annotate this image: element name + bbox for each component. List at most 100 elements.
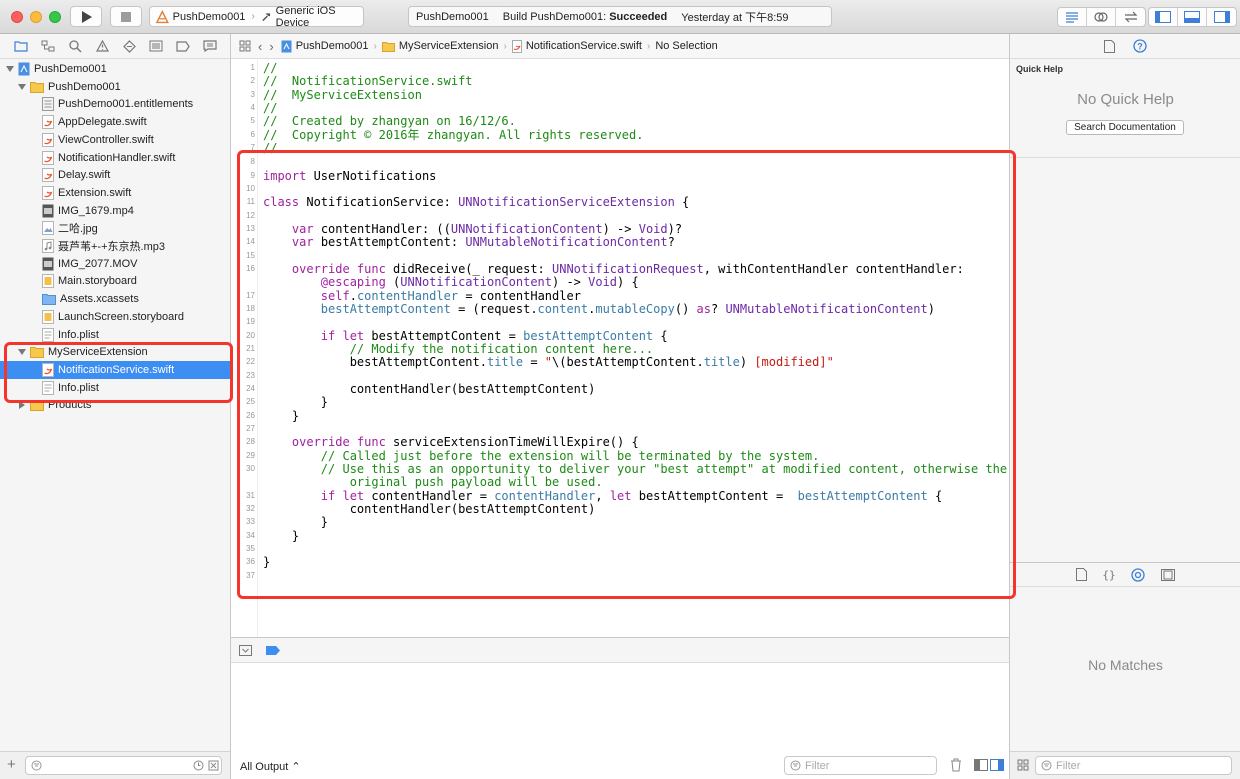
code-line[interactable]: var contentHandler: ((UNNotificationCont… bbox=[263, 222, 682, 236]
code-line[interactable]: // bbox=[263, 61, 277, 75]
toggle-inspector-button[interactable] bbox=[1207, 8, 1236, 26]
report-navigator-icon[interactable] bbox=[203, 39, 217, 53]
grid-view-icon[interactable] bbox=[1017, 759, 1029, 771]
folder-icon[interactable] bbox=[14, 39, 28, 53]
warning-icon[interactable] bbox=[95, 39, 109, 53]
disclosure-triangle[interactable] bbox=[18, 348, 26, 356]
navigator-item[interactable]: Delay.swift bbox=[0, 166, 230, 184]
navigator-item[interactable]: PushDemo001 bbox=[0, 60, 230, 78]
jumpbar-symbol[interactable]: No Selection bbox=[655, 40, 717, 52]
code-line[interactable]: class NotificationService: UNNotificatio… bbox=[263, 195, 689, 209]
quick-help-icon[interactable]: ? bbox=[1133, 39, 1147, 53]
test-diamond-icon[interactable] bbox=[122, 39, 136, 53]
navigator-item[interactable]: 二哈.jpg bbox=[0, 219, 230, 237]
disclosure-triangle[interactable] bbox=[18, 83, 26, 91]
navigator-item[interactable]: NotificationHandler.swift bbox=[0, 149, 230, 167]
navigator-filter-field[interactable] bbox=[25, 756, 222, 775]
navigator-item[interactable]: Extension.swift bbox=[0, 184, 230, 202]
related-items-icon[interactable] bbox=[239, 40, 251, 52]
debug-navigator-icon[interactable] bbox=[149, 39, 163, 53]
code-line[interactable]: if let bestAttemptContent = bestAttemptC… bbox=[263, 329, 668, 343]
scm-filter-icon[interactable] bbox=[208, 760, 219, 771]
minimize-window-button[interactable] bbox=[30, 11, 42, 23]
version-editor-button[interactable] bbox=[1116, 8, 1145, 26]
navigator-item[interactable]: IMG_2077.MOV bbox=[0, 255, 230, 273]
media-library-icon[interactable] bbox=[1161, 568, 1175, 581]
code-line[interactable]: var bestAttemptContent: UNMutableNotific… bbox=[263, 235, 675, 249]
code-line[interactable]: // bbox=[263, 141, 277, 155]
code-line[interactable]: contentHandler(bestAttemptContent) bbox=[263, 382, 596, 396]
run-button[interactable] bbox=[70, 6, 102, 27]
navigator-item[interactable]: LaunchScreen.storyboard bbox=[0, 308, 230, 326]
breakpoints-toggle-icon[interactable] bbox=[266, 646, 280, 655]
code-line[interactable]: // Created by zhangyan on 16/12/6. bbox=[263, 114, 516, 128]
source-editor[interactable]: 1 2 3 4 5 6 7 8 9 10 11 12 13 14 15 16 17 18 19 20 21 22 23 24 2… bbox=[231, 60, 1009, 637]
jumpbar-project[interactable]: PushDemo001 bbox=[281, 40, 368, 53]
stop-button[interactable] bbox=[110, 6, 142, 27]
add-file-button[interactable]: + bbox=[7, 756, 16, 773]
code-line[interactable]: bestAttemptContent.title = "\(bestAttemp… bbox=[263, 355, 834, 369]
code-line[interactable]: // Called just before the extension will… bbox=[263, 449, 820, 463]
forward-button[interactable]: › bbox=[269, 39, 273, 54]
code-line[interactable]: original push payload will be used. bbox=[263, 475, 603, 489]
library-filter-field[interactable]: Filter bbox=[1035, 756, 1232, 775]
standard-editor-button[interactable] bbox=[1058, 8, 1087, 26]
object-library-icon[interactable] bbox=[1131, 567, 1145, 582]
toggle-navigator-button[interactable] bbox=[1149, 8, 1178, 26]
code-snippet-icon[interactable]: {} bbox=[1103, 568, 1115, 582]
navigator-item[interactable]: 聂芦苇+-+东京热.mp3 bbox=[0, 237, 230, 255]
code-line[interactable]: import UserNotifications bbox=[263, 169, 436, 183]
console-view-icon[interactable] bbox=[990, 759, 1004, 771]
navigator-item[interactable]: Assets.xcassets bbox=[0, 290, 230, 308]
search-documentation-button[interactable]: Search Documentation bbox=[1066, 120, 1184, 135]
navigator-item[interactable]: PushDemo001.entitlements bbox=[0, 95, 230, 113]
zoom-window-button[interactable] bbox=[49, 11, 61, 23]
console-filter-field[interactable]: Filter bbox=[784, 756, 937, 775]
code-line[interactable]: override func serviceExtensionTimeWillEx… bbox=[263, 435, 639, 449]
code-line[interactable]: } bbox=[263, 515, 328, 529]
file-template-icon[interactable] bbox=[1076, 568, 1087, 581]
navigator-item[interactable]: Info.plist bbox=[0, 379, 230, 397]
navigator-item[interactable]: ViewController.swift bbox=[0, 131, 230, 149]
recent-files-icon[interactable] bbox=[193, 760, 204, 771]
code-line[interactable]: // NotificationService.swift bbox=[263, 74, 473, 88]
file-inspector-icon[interactable] bbox=[1104, 39, 1115, 53]
assistant-editor-button[interactable] bbox=[1087, 8, 1116, 26]
scheme-selector[interactable]: PushDemo001 › Generic iOS Device bbox=[149, 5, 364, 29]
code-line[interactable]: self.contentHandler = contentHandler bbox=[263, 289, 581, 303]
code-line[interactable]: // bbox=[263, 101, 277, 115]
breakpoint-navigator-icon[interactable] bbox=[176, 39, 190, 53]
navigator-item[interactable]: NotificationService.swift bbox=[0, 360, 230, 379]
variables-view-icon[interactable] bbox=[974, 759, 988, 771]
disclosure-triangle[interactable] bbox=[6, 65, 14, 73]
toggle-debug-area-button[interactable] bbox=[1178, 8, 1207, 26]
code-line[interactable]: } bbox=[263, 555, 270, 569]
close-window-button[interactable] bbox=[11, 11, 23, 23]
code-line[interactable]: // Modify the notification content here.… bbox=[263, 342, 653, 356]
code-line[interactable]: contentHandler(bestAttemptContent) bbox=[263, 502, 596, 516]
code-line[interactable]: @escaping (UNNotificationContent) -> Voi… bbox=[263, 275, 639, 289]
navigator-item[interactable]: IMG_1679.mp4 bbox=[0, 202, 230, 220]
code-line[interactable]: if let contentHandler = contentHandler, … bbox=[263, 489, 942, 503]
jumpbar-file[interactable]: NotificationService.swift bbox=[511, 39, 642, 53]
symbol-navigator-icon[interactable] bbox=[41, 39, 55, 53]
navigator-item[interactable]: AppDelegate.swift bbox=[0, 113, 230, 131]
code-line[interactable]: } bbox=[263, 395, 328, 409]
code-line[interactable]: } bbox=[263, 409, 299, 423]
output-selector[interactable]: All Output ⌃ bbox=[240, 760, 301, 773]
navigator-item[interactable]: Main.storyboard bbox=[0, 272, 230, 290]
disclosure-triangle[interactable] bbox=[18, 401, 26, 410]
code-line[interactable]: bestAttemptContent = (request.content.mu… bbox=[263, 302, 935, 316]
navigator-item[interactable]: Info.plist bbox=[0, 326, 230, 344]
trash-icon[interactable] bbox=[950, 758, 962, 772]
code-line[interactable]: // Use this as an opportunity to deliver… bbox=[263, 462, 1007, 476]
back-button[interactable]: ‹ bbox=[258, 39, 262, 54]
navigator-item[interactable]: MyServiceExtension bbox=[0, 343, 230, 361]
code-line[interactable]: // Copyright © 2016年 zhangyan. All right… bbox=[263, 128, 643, 142]
hide-debug-area-icon[interactable] bbox=[239, 645, 252, 656]
navigator-item[interactable]: Products bbox=[0, 396, 230, 414]
jumpbar-folder[interactable]: MyServiceExtension bbox=[381, 40, 498, 52]
navigator-item[interactable]: PushDemo001 bbox=[0, 78, 230, 96]
code-line[interactable]: // MyServiceExtension bbox=[263, 88, 422, 102]
code-line[interactable]: override func didReceive(_ request: UNNo… bbox=[263, 262, 964, 276]
